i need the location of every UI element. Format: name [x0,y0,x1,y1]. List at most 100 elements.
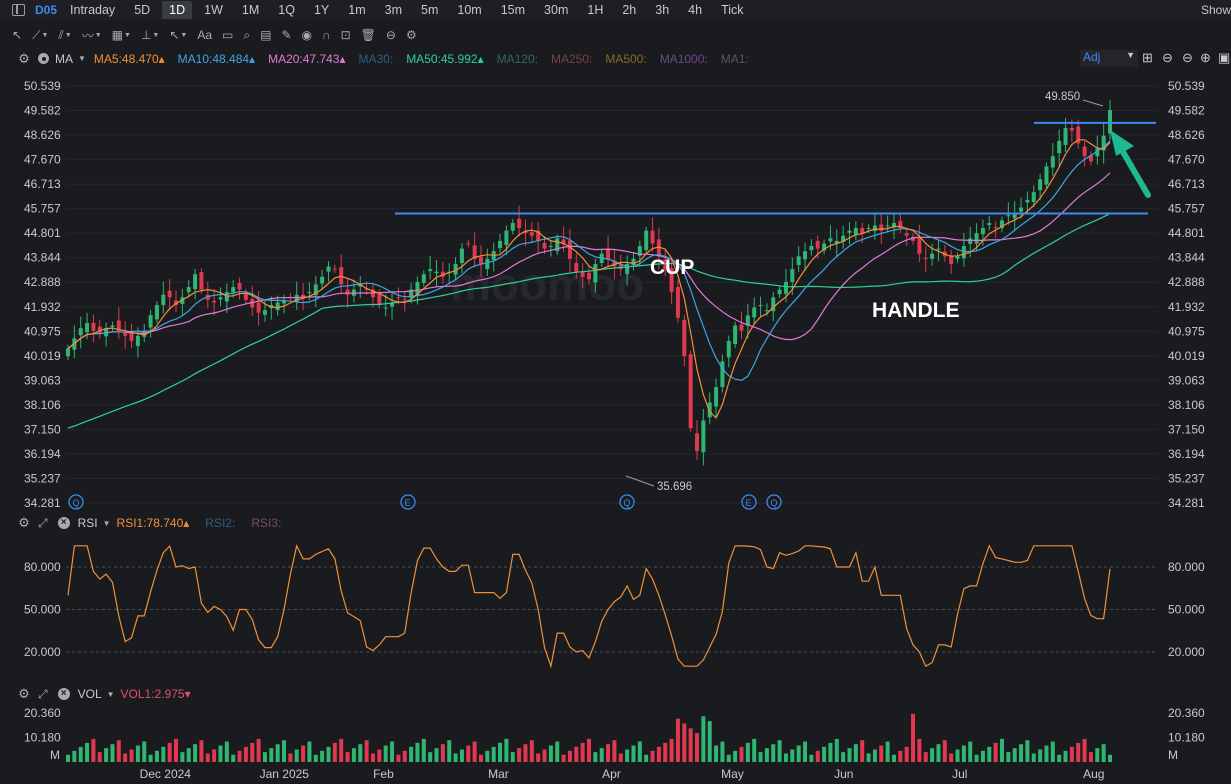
volume-bar [1050,741,1055,762]
timeframe-intraday[interactable]: Intraday [63,1,122,19]
expand-icon[interactable]: ⤢ [38,687,48,702]
chevron-down-icon[interactable]: ▼ [103,519,111,528]
price-chart[interactable]: 50.539 50.539 49.582 49.582 48.626 48.626 47.6… [0,0,1231,784]
close-icon[interactable]: × [57,688,70,700]
rsi-value-1: RSI2: [205,516,236,530]
wave-tool-icon[interactable]: 〰 ▼ [82,27,102,44]
candle-body [720,361,725,388]
visibility-icon[interactable]: ◉ [302,28,312,42]
gear-icon[interactable]: ⚙ [16,515,32,531]
fibonacci-icon[interactable]: ▦ ▼ [112,28,131,42]
volume-bar [421,738,426,762]
volume-bar [288,753,293,762]
candle-body [536,230,541,241]
candle-body [243,292,248,300]
cursor-arrow-icon[interactable]: ↖ [12,28,22,42]
timeframe-1m[interactable]: 1m [341,1,372,19]
rsi-indicator-label[interactable]: RSI [78,516,98,530]
measure-icon[interactable]: ⊥ ▼ [141,28,159,42]
candle-body [167,290,172,298]
volume-bar [841,752,846,762]
candle-body [377,293,382,306]
text-tool-icon[interactable]: Aa [197,28,212,42]
fullscreen-icon[interactable]: ▣ [1218,51,1230,65]
timeframe-5d[interactable]: 5D [127,1,157,19]
volume-bar [701,716,706,762]
pen-icon[interactable]: ✎ [281,28,291,42]
candle-body [1038,179,1043,191]
volume-bar [688,728,693,762]
channel-tool-icon[interactable]: ⫽ ▼ [58,28,71,43]
gear-icon[interactable]: ⚙ [16,51,32,67]
minus-icon[interactable]: ⊖ [1182,51,1193,65]
candle-body [1088,155,1093,162]
adjust-select[interactable]: Adj ▼ [1080,50,1138,67]
magnet-icon[interactable]: ∩ [322,28,331,42]
candle-body [294,294,299,302]
volume-bar [402,750,407,762]
gear-icon[interactable]: ⚙ [16,686,32,702]
timeframe-10m[interactable]: 10m [450,1,488,19]
comment-icon[interactable]: ▭ [222,28,233,42]
price-tick-left: 43.844 [24,251,61,265]
price-tick-right: 38.106 [1168,398,1205,412]
expand-icon[interactable]: ⤢ [38,516,48,531]
volume-bar [587,738,591,762]
volume-bar [580,742,585,762]
timeframe-3m[interactable]: 3m [378,1,409,19]
candle-body [841,235,846,242]
show-menu[interactable]: Show [1201,3,1231,17]
visibility-icon[interactable] [38,53,49,64]
save-drawing-icon[interactable]: ▤ [260,28,271,42]
volume-bar [224,741,229,762]
candle-body [707,402,712,418]
price-tick-right: 42.888 [1168,275,1205,289]
timeframe-1q[interactable]: 1Q [271,1,302,19]
plus-icon[interactable]: ⊕ [1200,51,1211,65]
volume-bar [745,742,750,762]
timeframe-1d[interactable]: 1D [162,1,193,19]
trend-line-icon[interactable]: ⟋ ▼ [32,28,48,43]
lock-icon[interactable]: ⊡ [341,28,351,42]
timeframe-tick[interactable]: Tick [714,1,750,19]
timeframe-5m[interactable]: 5m [414,1,445,19]
timeframe-15m[interactable]: 15m [494,1,532,19]
add-indicator-icon[interactable]: ⊖ [1162,51,1173,65]
volume-bar [860,740,865,762]
sync-icon[interactable]: ⊖ [386,28,396,42]
chevron-down-icon[interactable]: ▼ [78,54,86,63]
price-tick-right: 49.582 [1168,104,1205,118]
arrow-tool-icon[interactable]: ↖ ▼ [169,28,187,42]
vol-tick-left: 10.180 [24,731,61,745]
candle-body [1057,140,1062,154]
settings-icon[interactable]: ⚙ [406,28,417,42]
vol-indicator-label[interactable]: VOL [78,687,102,701]
candle-body [980,228,985,235]
candle-body [193,274,198,290]
close-icon[interactable]: × [57,517,70,529]
timeframe-3h[interactable]: 3h [648,1,676,19]
timeframe-2h[interactable]: 2h [615,1,643,19]
timeframe-1y[interactable]: 1Y [307,1,336,19]
volume-bar [129,749,134,762]
price-tick-right: 44.801 [1168,226,1205,240]
layout-toggle-icon[interactable] [12,4,25,16]
trash-icon[interactable]: 🗑 [361,28,376,42]
timeframe-1w[interactable]: 1W [197,1,230,19]
candle-body [911,236,916,241]
volume-bar [548,745,553,762]
symbol-label[interactable]: D05 [35,3,57,17]
zoom-icon[interactable]: ⌕ [243,28,250,43]
volume-bar [542,749,547,762]
candle-body [942,251,947,257]
timeframe-30m[interactable]: 30m [537,1,575,19]
timeframe-4h[interactable]: 4h [681,1,709,19]
timeframe-1h[interactable]: 1H [580,1,610,19]
candle-body [224,292,229,302]
ma-indicator-label[interactable]: MA [55,52,73,66]
volume-bar [555,741,560,762]
chart-type-icon[interactable]: ⊞ [1142,51,1153,65]
timeframe-1m[interactable]: 1M [235,1,266,19]
candle-body [701,420,706,453]
chevron-down-icon[interactable]: ▼ [107,690,115,699]
